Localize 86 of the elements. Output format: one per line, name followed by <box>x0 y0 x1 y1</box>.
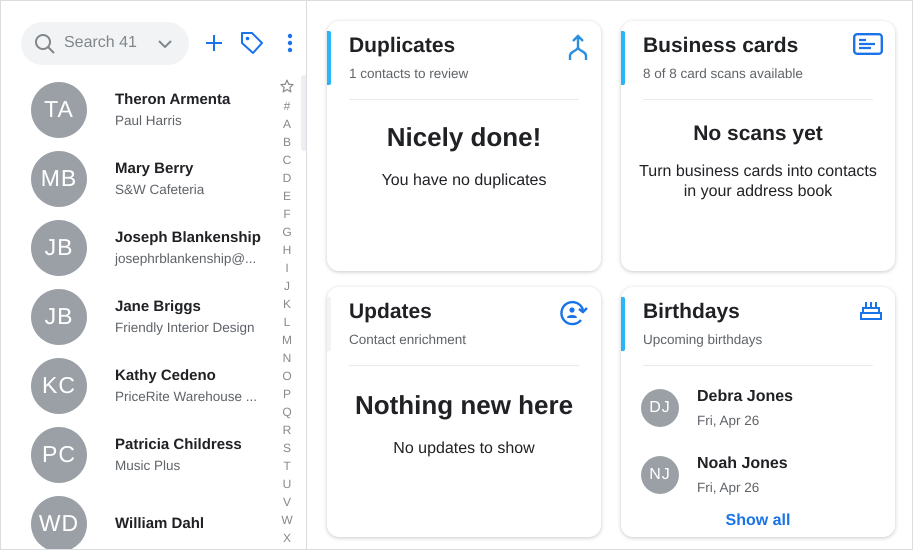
refresh-person-icon <box>559 299 589 327</box>
index-letter[interactable]: R <box>282 421 292 439</box>
tag-icon[interactable] <box>239 30 265 56</box>
avatar: TA <box>31 82 87 138</box>
contact-detail: S&W Cafeteria <box>115 182 204 197</box>
contact-item[interactable]: MB Mary Berry S&W Cafeteria <box>1 144 271 213</box>
contact-name: Theron Armenta <box>115 91 230 108</box>
birthday-item[interactable]: NJ Noah Jones Fri, Apr 26 <box>641 441 895 508</box>
contact-name: Patricia Childress <box>115 436 242 453</box>
contact-detail: PriceRite Warehouse ... <box>115 389 258 404</box>
avatar: JB <box>31 288 87 344</box>
contact-name: Kathy Cedeno <box>115 367 217 384</box>
index-letter[interactable]: L <box>284 313 290 331</box>
card-title: Birthdays <box>643 300 741 324</box>
birthday-date: Fri, Apr 26 <box>697 412 760 428</box>
headline: No scans yet <box>693 122 823 146</box>
card-subtitle: 8 of 8 card scans available <box>643 66 804 81</box>
index-letter[interactable]: H <box>282 241 292 259</box>
contact-name: William Dahl <box>115 515 204 532</box>
index-letter[interactable]: K <box>282 295 291 313</box>
headline: Nothing new here <box>354 390 574 421</box>
index-letter[interactable]: X <box>282 529 291 547</box>
message-text: Turn business cards into contacts in your address book <box>638 162 878 202</box>
avatar: NJ <box>641 456 679 494</box>
contact-item[interactable]: JB Joseph Blankenship josephrblankenship@... <box>1 213 271 282</box>
contact-name: Joseph Blankenship <box>115 229 261 246</box>
index-letter[interactable]: M <box>282 331 292 349</box>
cake-icon <box>859 299 883 321</box>
headline: Nicely done! <box>386 122 542 153</box>
search-icon <box>33 32 57 56</box>
add-icon[interactable] <box>204 33 224 53</box>
index-letter[interactable]: A <box>282 115 291 133</box>
search-field[interactable]: Search 41 <box>21 22 189 64</box>
contact-name: Mary Berry <box>115 160 194 177</box>
index-letter[interactable]: P <box>282 385 291 403</box>
index-letter[interactable]: Q <box>282 403 292 421</box>
index-letter[interactable]: C <box>282 151 292 169</box>
index-letter[interactable]: N <box>282 349 292 367</box>
contact-name: Jane Briggs <box>115 298 202 315</box>
index-letter[interactable]: O <box>282 367 292 385</box>
index-letter[interactable]: U <box>282 475 292 493</box>
more-icon[interactable] <box>287 33 293 53</box>
birthday-item[interactable]: DJ Debra Jones Fri, Apr 26 <box>641 374 895 441</box>
message-text: No updates to show <box>393 439 535 459</box>
card-subtitle: Contact enrichment <box>349 332 468 347</box>
avatar: PC <box>31 426 87 482</box>
index-letter[interactable]: # <box>284 97 290 115</box>
card-title: Updates <box>349 300 433 324</box>
index-letter[interactable]: B <box>282 133 291 151</box>
birthday-date: Fri, Apr 26 <box>697 480 760 494</box>
avatar: MB <box>31 150 87 206</box>
message-text: You have no duplicates <box>382 171 546 191</box>
index-letter[interactable]: J <box>284 277 290 295</box>
contact-detail: Paul Harris <box>115 113 183 128</box>
index-letter[interactable]: D <box>282 169 292 187</box>
contact-detail: Friendly Interior Design <box>115 320 255 335</box>
merge-icon <box>567 33 589 61</box>
star-icon[interactable] <box>280 79 294 93</box>
index-letter[interactable]: W <box>281 511 293 529</box>
card-icon <box>853 33 883 55</box>
index-letter[interactable]: I <box>285 259 289 277</box>
index-letter[interactable]: S <box>282 439 291 457</box>
contact-item[interactable]: TA Theron Armenta Paul Harris <box>1 75 271 144</box>
card-title: Duplicates <box>349 34 456 58</box>
card-subtitle: Upcoming birthdays <box>643 332 764 347</box>
avatar: KC <box>31 358 87 414</box>
index-letter[interactable]: E <box>282 187 291 205</box>
contact-detail: Music Plus <box>115 458 182 473</box>
scrollbar-thumb[interactable] <box>301 75 306 151</box>
avatar: WD <box>31 496 87 549</box>
contact-detail: josephrblankenship@... <box>115 251 258 266</box>
index-letter[interactable]: V <box>282 493 291 511</box>
show-all-link[interactable]: Show all <box>726 512 790 530</box>
contact-item[interactable]: KC Kathy Cedeno PriceRite Warehouse ... <box>1 351 271 420</box>
avatar: DJ <box>641 388 679 426</box>
contact-item[interactable]: JB Jane Briggs Friendly Interior Design <box>1 282 271 351</box>
index-letter[interactable]: G <box>282 223 292 241</box>
index-letter[interactable]: F <box>283 205 291 223</box>
contact-item[interactable]: WD William Dahl <box>1 489 271 549</box>
card-title: Business cards <box>643 34 800 58</box>
card-subtitle: 1 contacts to review <box>349 66 470 81</box>
person-name: Noah Jones <box>697 454 788 472</box>
person-name: Debra Jones <box>697 388 794 406</box>
index-letter[interactable]: T <box>283 457 291 475</box>
avatar: JB <box>31 220 87 276</box>
contact-item[interactable]: PC Patricia Childress Music Plus <box>1 420 271 489</box>
